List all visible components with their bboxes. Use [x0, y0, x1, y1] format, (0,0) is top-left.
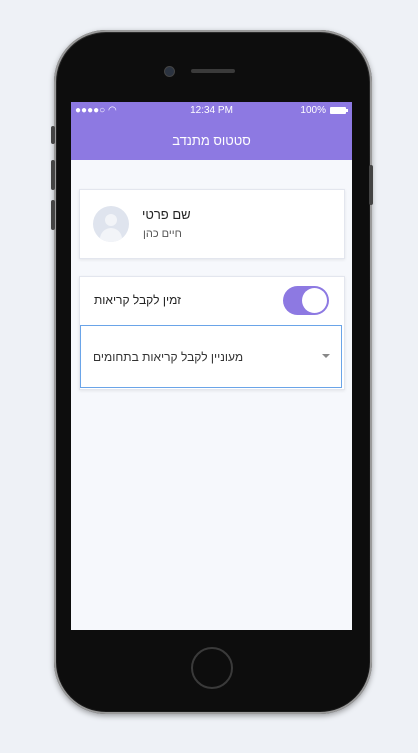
fields-select-label: מעוניין לקבל קריאות בתחומים	[93, 350, 244, 364]
availability-toggle[interactable]	[283, 286, 329, 315]
front-camera	[164, 66, 175, 77]
profile-card[interactable]: שם פרטי חיים כהן	[79, 189, 345, 259]
profile-full-name: חיים כהן	[143, 228, 182, 240]
chevron-down-icon	[322, 354, 330, 358]
power-button	[369, 165, 373, 205]
battery-icon	[330, 107, 348, 114]
profile-first-name-label: שם פרטי	[142, 207, 191, 222]
status-bar: ●●●●○ ◠ 12:34 PM 100%	[71, 102, 352, 120]
volume-down-button	[51, 200, 55, 230]
availability-label: זמין לקבל קריאות	[94, 293, 181, 307]
user-placeholder-body	[100, 228, 122, 242]
page-title: סטטוס מתנדב	[172, 133, 251, 148]
home-button[interactable]	[191, 647, 233, 689]
fields-select[interactable]: מעוניין לקבל קריאות בתחומים	[80, 325, 342, 388]
earpiece-speaker	[191, 69, 235, 73]
volume-up-button	[51, 160, 55, 190]
avatar	[93, 206, 129, 242]
app-screen: ●●●●○ ◠ 12:34 PM 100% סטטוס מתנדב שם פרט…	[71, 102, 352, 630]
user-placeholder-icon	[105, 214, 117, 226]
nav-bar: סטטוס מתנדב	[71, 120, 352, 160]
battery-percent: 100%	[300, 105, 326, 116]
toggle-knob	[302, 288, 327, 313]
mute-switch	[51, 126, 55, 144]
settings-card: זמין לקבל קריאות מעוניין לקבל קריאות בתח…	[79, 276, 345, 390]
